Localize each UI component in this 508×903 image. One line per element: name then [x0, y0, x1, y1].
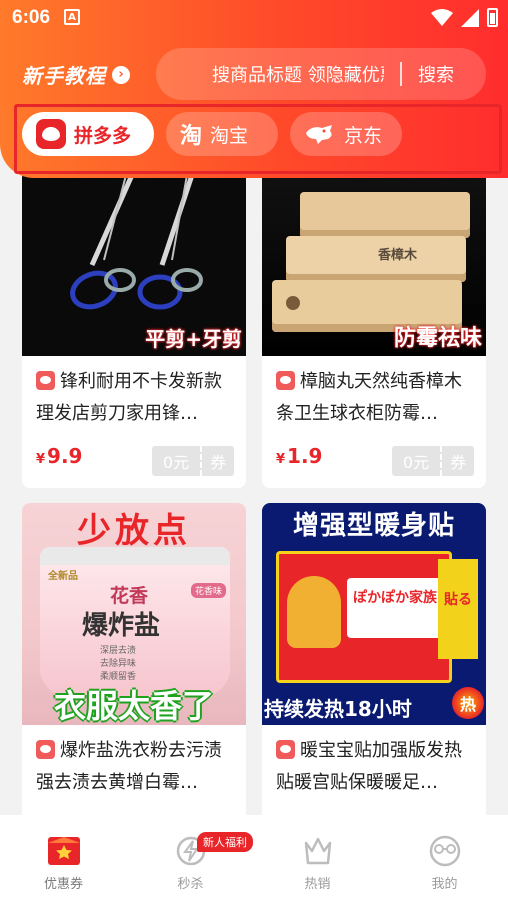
nav-flash-sale[interactable]: 新人福利 秒杀 — [127, 815, 254, 903]
nav-hot-sale-label: 热销 — [304, 877, 331, 892]
pinduoduo-badge-icon — [276, 371, 295, 390]
product-image: 香樟木 防霉祛味 — [262, 170, 486, 356]
coupon-label: 券 — [209, 453, 226, 472]
nav-profile[interactable]: 我的 — [381, 815, 508, 903]
wood-block: 香樟木 — [286, 236, 466, 282]
tab-taobao[interactable]: 淘 淘宝 — [166, 112, 278, 156]
tab-taobao-label: 淘宝 — [210, 124, 249, 147]
tab-pinduoduo-label: 拼多多 — [74, 124, 132, 147]
kangaroo-mascot — [287, 576, 341, 648]
image-top-text: 少放点 — [77, 511, 191, 551]
product-title-text: 爆炸盐洗衣粉去污渍强去渍去黄增白霉… — [36, 740, 222, 793]
pinduoduo-badge-icon — [36, 371, 55, 390]
profile-icon — [429, 835, 460, 867]
battery-icon — [487, 8, 498, 27]
bucket: 全新品 花香 花香味 爆炸盐 深层去渍 去除异味 柔顺留香 — [40, 547, 230, 697]
bucket-flower: 花香 — [110, 585, 149, 607]
search-input[interactable]: 搜商品标题 领隐藏优惠券 — [212, 61, 384, 87]
pinduoduo-badge-icon — [276, 740, 295, 759]
wood-block-label: 香樟木 — [378, 248, 418, 263]
bucket-features: 深层去渍 去除异味 柔顺留香 — [100, 645, 136, 684]
product-title: 樟脑丸天然纯香樟木条卫生球衣柜防霉… — [276, 366, 476, 430]
nav-profile-label: 我的 — [431, 877, 458, 892]
coupon-icon — [47, 837, 80, 865]
product-image: 平剪+牙剪 — [22, 170, 246, 356]
product-price: ¥1.9 — [276, 444, 322, 468]
fire-hot-icon: 热 — [452, 687, 484, 719]
price-symbol: ¥ — [36, 452, 46, 467]
wifi-icon — [431, 8, 453, 26]
status-bar: 6:06 A — [0, 0, 508, 36]
tab-jd[interactable]: 京东 — [290, 112, 402, 156]
nav-flash-sale-label: 秒杀 — [177, 877, 204, 892]
image-bottom-text: 衣服太香了 — [53, 687, 214, 725]
bucket-product-name: 爆炸盐 — [82, 611, 161, 641]
image-bottom-text: 持续发热18小时 — [264, 697, 412, 721]
tab-pinduoduo[interactable]: 拼多多 — [22, 112, 154, 156]
coupon-amount: 0元 — [162, 453, 190, 472]
price-value: 1.9 — [287, 444, 323, 468]
bucket-tag: 花香味 — [190, 583, 226, 598]
tutorial-link[interactable]: 新手教程 › — [22, 60, 130, 89]
product-grid: 平剪+牙剪 锋利耐用不卡发新款理发店剪刀家用锋… ¥9.9 0元 券 香樟木 防… — [0, 170, 508, 815]
bucket-feature: 去除异味 — [100, 659, 137, 669]
bottom-nav: 优惠券 新人福利 秒杀 热销 我的 — [0, 815, 508, 903]
nav-coupon-label: 优惠券 — [43, 877, 83, 892]
jd-dog-logo-icon — [306, 125, 332, 144]
coupon-tag[interactable]: 0元 券 — [152, 446, 234, 476]
search-divider — [400, 62, 402, 86]
product-title: 暖宝宝贴加强版发热贴暖宫贴保暖暖足… — [276, 735, 476, 799]
coupon-tag[interactable]: 0元 券 — [392, 446, 474, 476]
product-card[interactable]: 少放点 全新品 花香 花香味 爆炸盐 深层去渍 去除异味 柔顺留香 衣服太香了 … — [22, 503, 246, 815]
product-image: 增强型暖身贴 ぽかぽか家族 貼る 持续发热18小时 热 — [262, 503, 486, 725]
product-image-caption: 防霉祛味 — [393, 326, 482, 351]
price-value: 9.9 — [47, 444, 83, 468]
header: 6:06 A 新手教程 › 搜商品标题 领隐藏优惠券 搜索 拼多多 淘 淘宝 京… — [0, 0, 508, 178]
tutorial-label: 新手教程 — [22, 64, 106, 88]
taobao-logo-icon: 淘 — [180, 124, 203, 149]
signal-icon — [461, 8, 479, 27]
hot-sale-icon — [304, 837, 331, 865]
product-title-text: 暖宝宝贴加强版发热贴暖宫贴保暖暖足… — [276, 740, 462, 793]
nav-coupon[interactable]: 优惠券 — [0, 815, 127, 903]
box-brand: ぽかぽか家族 — [347, 578, 443, 638]
image-top-text: 增强型暖身贴 — [292, 511, 455, 541]
coupon-amount: 0元 — [402, 453, 430, 472]
product-card[interactable]: 香樟木 防霉祛味 樟脑丸天然纯香樟木条卫生球衣柜防霉… ¥1.9 0元 券 — [262, 170, 486, 488]
product-title-text: 樟脑丸天然纯香樟木条卫生球衣柜防霉… — [276, 371, 462, 424]
product-card[interactable]: 平剪+牙剪 锋利耐用不卡发新款理发店剪刀家用锋… ¥9.9 0元 券 — [22, 170, 246, 488]
search-bar[interactable]: 搜商品标题 领隐藏优惠券 搜索 — [156, 48, 486, 100]
pinduoduo-logo-icon — [36, 119, 66, 149]
box-side-label: 貼る — [438, 559, 478, 659]
status-time: 6:06 — [12, 7, 51, 28]
coupon-label: 券 — [449, 453, 466, 472]
bucket-feature: 深层去渍 — [100, 646, 137, 656]
product-title-text: 锋利耐用不卡发新款理发店剪刀家用锋… — [36, 371, 222, 424]
notification-a-icon: A — [64, 9, 80, 25]
product-image: 少放点 全新品 花香 花香味 爆炸盐 深层去渍 去除异味 柔顺留香 衣服太香了 — [22, 503, 246, 725]
chevron-right-icon: › — [112, 65, 130, 84]
product-price: ¥9.9 — [36, 444, 82, 468]
product-title: 锋利耐用不卡发新款理发店剪刀家用锋… — [36, 366, 236, 430]
search-button[interactable]: 搜索 — [418, 61, 454, 87]
heat-pack-box: ぽかぽか家族 — [276, 551, 452, 683]
bucket-brand: 全新品 — [48, 571, 78, 582]
tab-jd-label: 京东 — [344, 124, 383, 147]
product-title: 爆炸盐洗衣粉去污渍强去渍去黄增白霉… — [36, 735, 236, 799]
pinduoduo-badge-icon — [36, 740, 55, 759]
status-icons — [431, 8, 498, 27]
nav-hot-sale[interactable]: 热销 — [254, 815, 381, 903]
wood-block — [300, 192, 470, 238]
price-symbol: ¥ — [276, 452, 286, 467]
new-user-badge: 新人福利 — [197, 832, 253, 852]
product-card[interactable]: 增强型暖身贴 ぽかぽか家族 貼る 持续发热18小时 热 暖宝宝贴加强版发热贴暖宫… — [262, 503, 486, 815]
product-image-caption: 平剪+牙剪 — [145, 327, 242, 351]
